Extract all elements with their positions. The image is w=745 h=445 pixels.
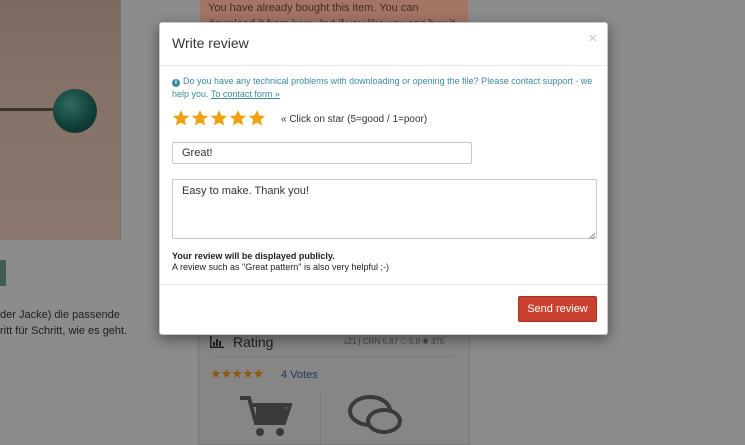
photo-rod xyxy=(0,108,60,111)
review-title-input[interactable] xyxy=(172,142,472,164)
dialog-header: Write review × xyxy=(160,23,607,66)
rating-title: Rating xyxy=(233,334,274,350)
comments-icon[interactable] xyxy=(348,395,404,442)
rating-divider xyxy=(210,356,455,357)
star-rating-input[interactable] xyxy=(172,109,267,129)
info-icon: i xyxy=(172,79,180,87)
write-review-dialog: Write review × i Do you have any technica… xyxy=(159,22,608,335)
star-icon[interactable] xyxy=(229,109,247,127)
review-text-input[interactable]: Easy to make. Thank you! xyxy=(172,179,597,239)
star-icon[interactable] xyxy=(210,109,228,127)
public-review-notice: Your review will be displayed publicly. xyxy=(172,251,335,261)
textarea-resize-handle[interactable] xyxy=(588,230,596,240)
star-rating-hint: « Click on star (5=good / 1=poor) xyxy=(281,114,428,125)
product-photo xyxy=(0,0,121,240)
product-thumbnail[interactable] xyxy=(0,260,6,286)
cart-icon[interactable] xyxy=(240,395,293,442)
description-line-1: der Jacke) die passende xyxy=(0,309,120,321)
send-review-button[interactable]: Send review xyxy=(518,296,597,322)
contact-form-link[interactable]: To contact form » xyxy=(211,89,280,99)
star-icon[interactable] xyxy=(172,109,190,127)
dialog-title: Write review xyxy=(172,35,249,51)
close-button[interactable]: × xyxy=(588,30,597,47)
dialog-footer-divider xyxy=(160,284,607,285)
description-line-2: ritt für Schritt, wie es geht. xyxy=(0,325,128,337)
votes-link[interactable]: 4 Votes xyxy=(281,369,318,381)
panel-separator xyxy=(320,390,321,443)
rating-stars: ★★★★★ xyxy=(210,366,264,381)
star-icon[interactable] xyxy=(191,109,209,127)
photo-bead xyxy=(53,89,97,133)
review-suggestion: A review such as "Great pattern" is also… xyxy=(172,262,389,272)
public-review-note: Your review will be displayed publicly. … xyxy=(172,251,389,273)
bar-chart-icon xyxy=(210,336,224,348)
star-icon[interactable] xyxy=(248,109,266,127)
support-info: i Do you have any technical problems with… xyxy=(172,75,597,101)
rating-stats: ⤓21 | CRN 5.87 ⚇ 5.0 ◉ 375 xyxy=(344,337,445,346)
banner-line-1: You have already bought this item. You c… xyxy=(208,2,419,14)
product-description: der Jacke) die passende ritt für Schritt… xyxy=(0,307,127,339)
